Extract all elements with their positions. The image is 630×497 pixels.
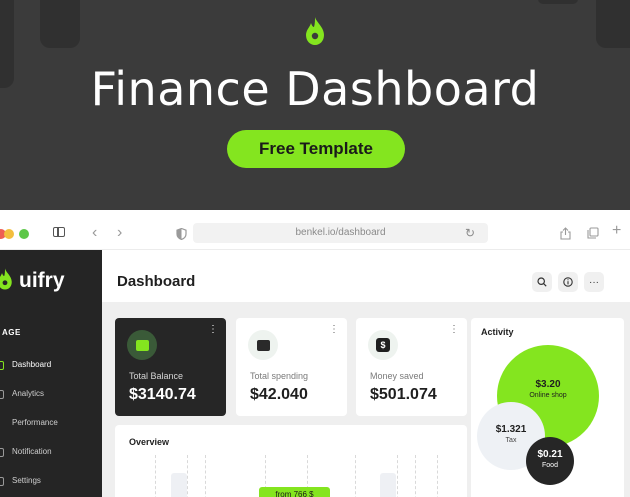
card-label: Total spending <box>250 371 309 381</box>
search-button[interactable] <box>532 272 552 292</box>
chart-bar <box>380 473 396 497</box>
sidebar-item-settings[interactable]: Settings <box>0 474 102 490</box>
dollar-icon: $ <box>368 330 398 360</box>
grid-line <box>205 455 206 497</box>
brand-name: uifry <box>19 269 65 292</box>
tabs-icon[interactable] <box>587 227 599 239</box>
wallet-icon <box>248 330 278 360</box>
page-header: Dashboard ··· <box>102 250 630 302</box>
info-icon <box>563 277 573 287</box>
overview-title: Overview <box>129 437 170 447</box>
activity-panel: Activity $3.20 Online shop $1.321 Tax $0… <box>471 318 624 497</box>
minimize-window-button[interactable] <box>4 229 14 239</box>
total-balance-card[interactable]: ⋮ Total Balance $3140.74 <box>115 318 226 416</box>
bubble-value: $3.20 <box>535 379 561 390</box>
sidebar-item-label: Notification <box>12 447 52 456</box>
share-icon[interactable] <box>560 227 571 240</box>
chart-bar <box>171 473 187 497</box>
decorative-shape <box>538 0 578 4</box>
browser-toolbar: ‹ › benkel.io/dashboard ↻ + <box>0 210 630 250</box>
maximize-window-button[interactable] <box>19 229 29 239</box>
forward-arrow-icon[interactable]: › <box>117 225 122 241</box>
dashboard-icon <box>0 361 4 370</box>
more-button[interactable]: ··· <box>584 272 604 292</box>
card-value: $501.074 <box>370 386 437 403</box>
sidebar-item-notification[interactable]: Notification <box>0 445 102 461</box>
wallet-icon <box>127 330 157 360</box>
sidebar-item-label: Settings <box>12 476 41 485</box>
hero-banner: Finance Dashboard Free Template <box>0 0 630 210</box>
card-value: $3140.74 <box>129 386 196 403</box>
grid-line <box>415 455 416 497</box>
shield-icon <box>176 228 187 240</box>
total-spending-card[interactable]: ⋮ Total spending $42.040 <box>236 318 347 416</box>
tooltip-pill: from 766 $ <box>259 487 330 497</box>
url-text: benkel.io/dashboard <box>295 227 386 238</box>
food-bubble[interactable]: $0.21 Food <box>526 437 574 485</box>
card-label: Total Balance <box>129 371 184 381</box>
browser-window: ‹ › benkel.io/dashboard ↻ + uifry AGE Da… <box>0 210 630 497</box>
analytics-icon <box>0 390 4 399</box>
grid-line <box>187 455 188 497</box>
more-icon: ··· <box>589 276 599 288</box>
grid-line <box>397 455 398 497</box>
section-label: AGE <box>2 328 21 337</box>
kebab-menu-icon[interactable]: ⋮ <box>329 324 339 335</box>
kebab-menu-icon[interactable]: ⋮ <box>449 324 459 335</box>
search-icon <box>537 277 547 287</box>
decorative-shape <box>596 0 630 48</box>
main-content: Dashboard ··· ⋮ Total Balance $3140.74 ⋮… <box>102 250 630 497</box>
free-template-button[interactable]: Free Template <box>227 130 405 168</box>
card-label: Money saved <box>370 371 424 381</box>
address-bar[interactable]: benkel.io/dashboard ↻ <box>193 223 488 243</box>
reload-icon[interactable]: ↻ <box>465 226 475 240</box>
grid-line <box>355 455 356 497</box>
page-title: Dashboard <box>117 273 196 290</box>
bubble-value: $0.21 <box>537 449 563 460</box>
decorative-shape <box>40 0 80 48</box>
bubble-label: Online shop <box>529 392 567 399</box>
overview-panel: Overview from 766 $ <box>115 425 467 497</box>
flame-logo-icon <box>0 268 12 290</box>
hero-title: Finance Dashboard <box>90 62 540 116</box>
grid-line <box>437 455 438 497</box>
money-saved-card[interactable]: ⋮ $ Money saved $501.074 <box>356 318 467 416</box>
sidebar-item-performance[interactable]: Performance <box>0 416 102 432</box>
sidebar-item-label: Performance <box>12 418 58 427</box>
bubble-value: $1.321 <box>495 424 527 435</box>
notification-icon <box>0 448 4 457</box>
sidebar-toggle-icon[interactable] <box>53 227 65 237</box>
activity-title: Activity <box>481 327 514 337</box>
back-arrow-icon[interactable]: ‹ <box>92 225 97 241</box>
sidebar-item-dashboard[interactable]: Dashboard <box>0 358 102 374</box>
new-tab-icon[interactable]: + <box>612 223 621 239</box>
info-button[interactable] <box>558 272 578 292</box>
sidebar-item-label: Dashboard <box>12 360 52 369</box>
sidebar-item-analytics[interactable]: Analytics <box>0 387 102 403</box>
bubble-label: Food <box>542 462 558 469</box>
grid-line <box>155 455 156 497</box>
sidebar-item-label: Analytics <box>12 389 45 398</box>
kebab-menu-icon[interactable]: ⋮ <box>208 324 218 335</box>
card-value: $42.040 <box>250 386 308 403</box>
flame-logo-icon <box>306 17 324 45</box>
settings-icon <box>0 477 4 486</box>
sidebar: uifry AGE Dashboard Analytics Performanc… <box>0 250 102 497</box>
